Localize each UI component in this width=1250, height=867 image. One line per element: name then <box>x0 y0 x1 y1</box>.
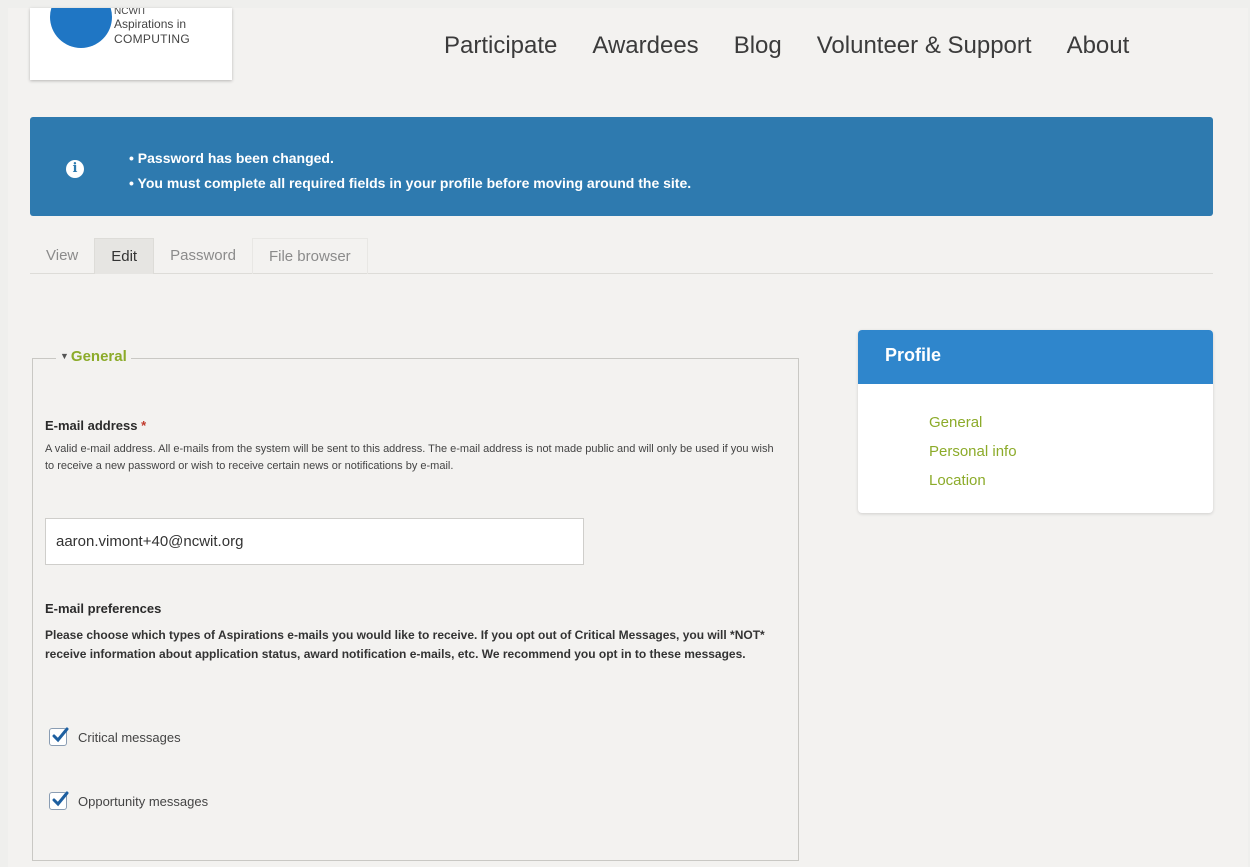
email-field[interactable] <box>45 518 584 565</box>
checkbox-checked-icon[interactable] <box>49 791 69 810</box>
critical-messages-label: Critical messages <box>78 729 181 745</box>
general-fieldset: ▼ General E-mail address * A valid e-mail… <box>32 348 799 861</box>
message-password-changed: Password has been changed. <box>129 146 691 171</box>
nav-blog[interactable]: Blog <box>734 32 782 60</box>
info-icon: i <box>66 160 84 178</box>
message-list: Password has been changed. You must comp… <box>129 146 692 196</box>
profile-panel: Profile General Personal info Location <box>858 330 1213 513</box>
profile-panel-title: Profile <box>858 330 1213 384</box>
site-logo[interactable]: NCWIT Aspirations in COMPUTING <box>30 8 232 80</box>
email-description: A valid e-mail address. All e-mails from… <box>45 443 774 472</box>
tab-password[interactable]: Password <box>154 238 252 274</box>
logo-line-2: Aspirations in <box>114 17 187 31</box>
opportunity-messages-label: Opportunity messages <box>78 793 209 809</box>
email-preferences-description: Please choose which types of Aspirations… <box>45 628 765 661</box>
logo-line-3: COMPUTING <box>114 32 191 46</box>
opportunity-messages-checkbox[interactable]: Opportunity messages <box>49 791 209 810</box>
nav-volunteer-support[interactable]: Volunteer & Support <box>817 32 1032 60</box>
general-legend[interactable]: ▼ General <box>56 348 131 365</box>
required-marker: * <box>141 418 147 433</box>
nav-participate[interactable]: Participate <box>444 32 557 60</box>
critical-messages-checkbox[interactable]: Critical messages <box>49 727 181 746</box>
tab-edit[interactable]: Edit <box>94 238 155 274</box>
nav-awardees[interactable]: Awardees <box>592 32 698 60</box>
profile-link-personal-info[interactable]: Personal info <box>929 437 1213 466</box>
general-legend-label: General <box>70 348 127 365</box>
message-complete-profile: You must complete all required fields in… <box>129 171 692 196</box>
email-preferences-label: E-mail preferences <box>45 601 162 616</box>
profile-links: General Personal info Location <box>858 384 1213 495</box>
status-message: i Password has been changed. You must co… <box>30 117 1213 216</box>
nav-about[interactable]: About <box>1067 32 1130 60</box>
email-label-text: E-mail address <box>45 418 138 433</box>
profile-link-location[interactable]: Location <box>929 466 1213 495</box>
profile-tabs: View Edit Password File browser <box>30 238 1213 274</box>
checkbox-checked-icon[interactable] <box>49 727 69 746</box>
tab-view[interactable]: View <box>30 238 94 274</box>
logo-circle-icon <box>50 8 112 48</box>
email-label: E-mail address * <box>45 418 146 433</box>
logo-line-1: NCWIT <box>114 8 147 17</box>
tab-file-browser[interactable]: File browser <box>251 238 368 274</box>
profile-link-general[interactable]: General <box>929 408 1213 437</box>
collapse-triangle-icon: ▼ <box>60 351 69 361</box>
main-nav: Participate Awardees Blog Volunteer & Su… <box>444 32 1129 60</box>
